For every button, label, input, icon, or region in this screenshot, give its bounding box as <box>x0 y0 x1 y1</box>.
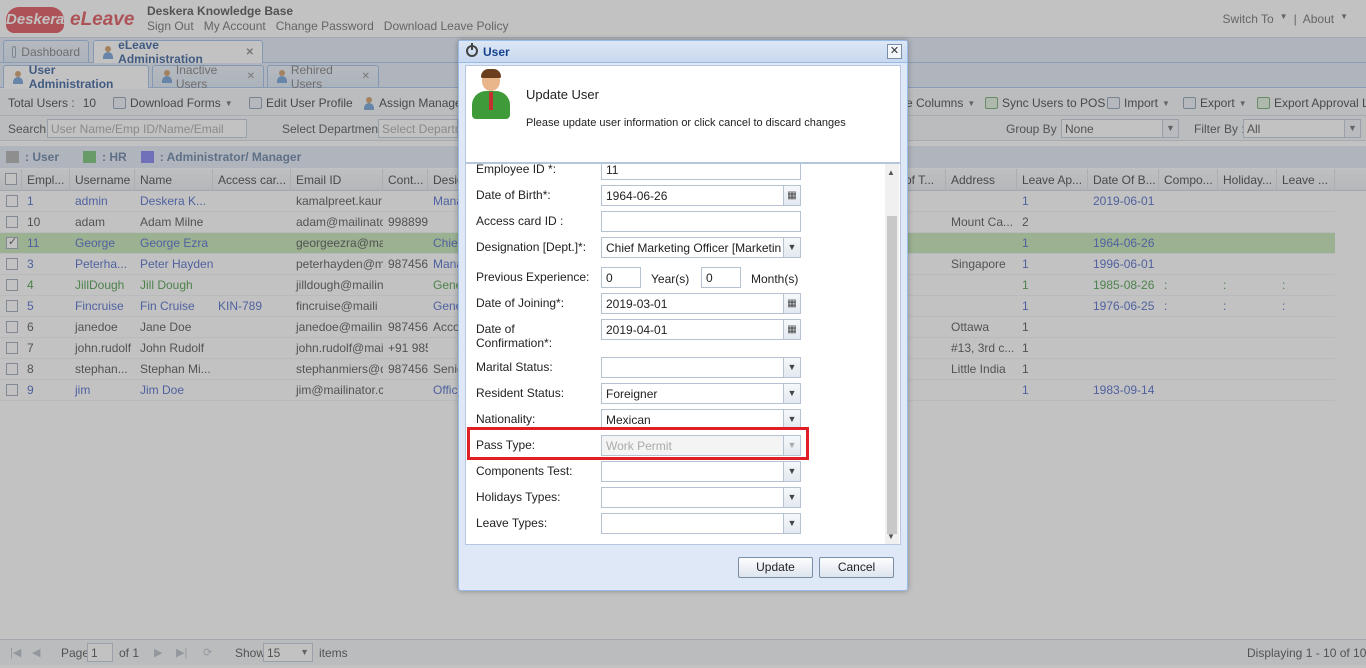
chevron-down-icon: ▼ <box>783 384 800 403</box>
chevron-down-icon: ▼ <box>783 238 800 257</box>
doc-label-line1: Date of <box>476 322 515 336</box>
holidays-types-label: Holidays Types: <box>476 490 561 504</box>
months-label: Month(s) <box>751 272 799 286</box>
access-card-field[interactable] <box>601 211 801 232</box>
employee-id-field[interactable]: 11 <box>601 164 801 180</box>
components-label: Components Test: <box>476 464 573 478</box>
dialog-header: User ✕ <box>459 41 907 63</box>
calendar-icon[interactable]: ▦ <box>783 294 800 313</box>
dialog-heading: Update User <box>526 87 599 102</box>
doj-field[interactable]: 2019-03-01 ▦ <box>601 293 801 314</box>
designation-select[interactable]: Chief Marketing Officer [Marketin ▼ <box>601 237 801 258</box>
nationality-value: Mexican <box>606 413 651 427</box>
cancel-button[interactable]: Cancel <box>819 557 894 578</box>
dob-value: 1964-06-26 <box>606 189 668 203</box>
user-avatar-icon <box>470 69 510 123</box>
dob-label: Date of Birth*: <box>476 188 551 202</box>
chevron-down-icon: ▼ <box>783 358 800 377</box>
marital-status-select[interactable]: ▼ <box>601 357 801 378</box>
dob-field[interactable]: 1964-06-26 ▦ <box>601 185 801 206</box>
leave-types-select[interactable]: ▼ <box>601 513 801 534</box>
doc-value: 2019-04-01 <box>606 323 668 337</box>
highlight-box <box>467 427 809 460</box>
prev-experience-label: Previous Experience: <box>476 270 590 284</box>
doj-label: Date of Joining*: <box>476 296 565 310</box>
user-form: Employee ID *: 11 Date of Birth*: 1964-0… <box>465 163 901 545</box>
scrollbar-thumb[interactable] <box>887 216 897 534</box>
calendar-icon[interactable]: ▦ <box>783 186 800 205</box>
power-icon <box>466 43 478 57</box>
calendar-icon[interactable]: ▦ <box>783 320 800 339</box>
doc-field[interactable]: 2019-04-01 ▦ <box>601 319 801 340</box>
leave-types-label: Leave Types: <box>476 516 548 530</box>
resident-value: Foreigner <box>606 387 658 401</box>
form-scrollbar[interactable]: ▲ ▼ <box>885 164 899 544</box>
dialog-subheading: Please update user information or click … <box>526 117 846 129</box>
nationality-label: Nationality: <box>476 412 536 426</box>
update-user-dialog: User ✕ Update User Please update user in… <box>458 40 908 591</box>
designation-label: Designation [Dept.]*: <box>476 240 587 254</box>
doc-label-line2: Confirmation*: <box>476 336 553 350</box>
employee-id-label: Employee ID *: <box>476 163 557 176</box>
update-button[interactable]: Update <box>738 557 813 578</box>
dialog-title: User <box>483 45 510 59</box>
chevron-down-icon: ▼ <box>783 462 800 481</box>
years-label: Year(s) <box>651 272 690 286</box>
doj-value: 2019-03-01 <box>606 297 668 311</box>
scroll-down-icon[interactable]: ▼ <box>887 532 895 541</box>
experience-months-field[interactable]: 0 <box>701 267 741 288</box>
chevron-down-icon: ▼ <box>783 488 800 507</box>
marital-status-label: Marital Status: <box>476 360 553 374</box>
resident-status-label: Resident Status: <box>476 386 565 400</box>
experience-years-field[interactable]: 0 <box>601 267 641 288</box>
close-button[interactable]: ✕ <box>887 44 902 59</box>
resident-status-select[interactable]: Foreigner ▼ <box>601 383 801 404</box>
designation-value: Chief Marketing Officer [Marketin <box>606 241 782 255</box>
access-card-label: Access card ID : <box>476 214 564 228</box>
dialog-intro: Update User Please update user informati… <box>465 65 901 163</box>
chevron-down-icon: ▼ <box>783 514 800 533</box>
scroll-up-icon[interactable]: ▲ <box>887 168 895 177</box>
components-select[interactable]: ▼ <box>601 461 801 482</box>
holidays-types-select[interactable]: ▼ <box>601 487 801 508</box>
